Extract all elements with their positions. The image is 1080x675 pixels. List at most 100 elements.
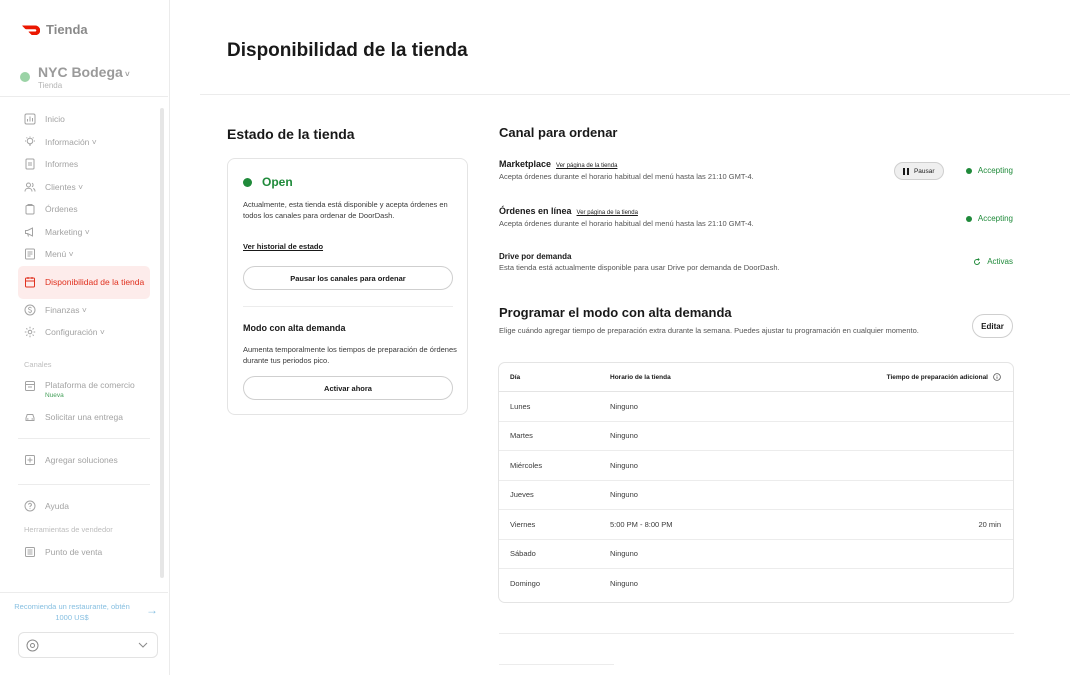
- status-badge: Accepting: [965, 214, 1013, 223]
- activate-now-button[interactable]: Activar ahora: [243, 376, 453, 400]
- cell-hours: 5:00 PM - 8:00 PM: [610, 519, 673, 529]
- edit-schedule-button[interactable]: Editar: [972, 314, 1013, 338]
- channel-description: Acepta órdenes durante el horario habitu…: [499, 219, 754, 228]
- gear-icon: [24, 327, 36, 338]
- sidebar-item-configuracion[interactable]: Configuración ˅: [18, 321, 150, 344]
- view-store-page-link[interactable]: Ver página de la tienda: [577, 210, 638, 216]
- pause-channels-button[interactable]: Pausar los canales para ordenar: [243, 266, 453, 290]
- channel-name: Órdenes en línea: [499, 206, 572, 216]
- sidebar-item-agregar-soluciones[interactable]: Agregar soluciones: [18, 449, 150, 472]
- sidebar-item-label: Configuración ˅: [45, 327, 105, 338]
- table-row: Lunes Ninguno: [499, 392, 1013, 422]
- sidebar-item-ordenes[interactable]: Órdenes: [18, 198, 150, 221]
- sidebar-item-label: Marketing ˅: [45, 226, 90, 237]
- cell-hours: Ninguno: [610, 549, 638, 559]
- doordash-logo-icon: [22, 25, 40, 35]
- sidebar-item-menu[interactable]: Menú ˅: [18, 243, 150, 266]
- sidebar-item-marketing[interactable]: Marketing ˅: [18, 221, 150, 244]
- sidebar-item-plataforma[interactable]: Plataforma de comercio Nueva: [18, 376, 150, 406]
- report-icon: [25, 158, 35, 170]
- sidebar-item-solicitar-entrega[interactable]: Solicitar una entrega: [18, 406, 150, 429]
- sidebar-item-clientes[interactable]: Clientes ˅: [18, 176, 150, 199]
- sidebar-scrollbar[interactable]: [160, 108, 164, 578]
- page-title: Disponibilidad de la tienda: [227, 40, 468, 61]
- sidebar-item-label: Solicitar una entrega: [45, 411, 123, 422]
- status-badge: Activas: [973, 257, 1013, 266]
- sidebar-item-informacion[interactable]: Información ˅: [18, 131, 150, 154]
- cell-hours: Ninguno: [610, 460, 638, 470]
- schedule-description: Elige cuándo agregar tiempo de preparaci…: [499, 326, 919, 335]
- help-icon: [24, 500, 36, 512]
- new-badge: Nueva: [45, 391, 64, 399]
- pos-terminal-icon: [25, 547, 35, 558]
- app-root: Tienda NYC Bodega ˅ Tienda Inicio Inform…: [0, 0, 1080, 675]
- tools-section-label: Herramientas de vendedor: [24, 525, 113, 534]
- sidebar-item-label: Ayuda: [45, 500, 69, 511]
- table-row: Miércoles Ninguno: [499, 451, 1013, 481]
- sidebar-item-inicio[interactable]: Inicio: [18, 108, 150, 131]
- megaphone-icon: [25, 226, 33, 237]
- sidebar-item-finanzas[interactable]: Finanzas ˅: [18, 299, 150, 322]
- table-row: Viernes 5:00 PM - 8:00 PM 20 min: [499, 510, 1013, 540]
- cell-day: Jueves: [510, 490, 534, 500]
- sidebar-item-informes[interactable]: Informes: [18, 153, 150, 176]
- sidebar-item-label: Órdenes: [45, 204, 78, 215]
- user-circle-icon: [26, 639, 39, 652]
- sidebar-item-disponibilidad[interactable]: Disponibilidad de la tienda: [18, 265, 150, 299]
- column-header-extra: Tiempo de preparación adicional: [887, 373, 1001, 381]
- status-label: Activas: [987, 257, 1013, 266]
- chevron-down-icon: [138, 642, 148, 648]
- sidebar-item-label: Inicio: [45, 114, 65, 125]
- sidebar-item-label: Menú ˅: [45, 249, 74, 260]
- channel-online-title: Órdenes en línea Ver página de la tienda: [499, 206, 1019, 216]
- pause-marketplace-button[interactable]: Pausar: [894, 162, 944, 180]
- refresh-icon: [974, 257, 981, 265]
- store-status-card: Open Actualmente, esta tienda está dispo…: [227, 158, 468, 415]
- divider: [499, 633, 1014, 634]
- sidebar-item-label: Información ˅: [45, 136, 97, 147]
- cell-hours: Ninguno: [610, 431, 638, 441]
- sidebar-item-ayuda[interactable]: Ayuda: [18, 495, 150, 518]
- channel-drive-title: Drive por demanda: [499, 252, 572, 261]
- store-status-description: Actualmente, esta tienda está disponible…: [243, 200, 448, 220]
- pause-label: Pausar: [913, 167, 935, 175]
- status-dot: [965, 167, 972, 174]
- cell-hours: Ninguno: [610, 579, 638, 589]
- channel-drive: Drive por demanda Esta tienda está actua…: [499, 252, 1019, 272]
- status-history-link[interactable]: Ver historial de estado: [243, 242, 323, 251]
- table-row: Jueves Ninguno: [499, 481, 1013, 510]
- sidebar-item-label: Informes: [45, 159, 79, 170]
- busy-mode-description: Aumenta temporalmente los tiempos de pre…: [243, 345, 457, 365]
- column-header-day: Día: [510, 373, 521, 381]
- store-status-title: Estado de la tienda: [227, 126, 355, 142]
- view-store-page-link[interactable]: Ver página de la tienda: [556, 163, 617, 169]
- store-selector[interactable]: NYC Bodega ˅ Tienda: [20, 64, 130, 90]
- store-front-icon: [25, 380, 35, 391]
- calendar-icon: [25, 277, 35, 288]
- sidebar-item-label: Plataforma de comercio Nueva: [45, 379, 135, 399]
- schedule-title: Programar el modo con alta demanda: [499, 305, 732, 320]
- divider: [18, 438, 150, 439]
- chevron-down-icon: ˅: [122, 70, 130, 79]
- status-badge: Accepting: [965, 166, 1013, 175]
- status-label: Accepting: [977, 166, 1013, 175]
- account-menu[interactable]: [18, 632, 158, 658]
- column-header-hours: Horario de la tienda: [610, 373, 671, 381]
- pause-icon: [903, 167, 909, 175]
- sidebar: Tienda NYC Bodega ˅ Tienda Inicio Inform…: [0, 0, 170, 675]
- cell-day: Lunes: [510, 401, 531, 411]
- referral-promo[interactable]: Recomienda un restaurante, obtén 1000 US…: [0, 592, 168, 628]
- users-icon: [24, 182, 36, 192]
- menu-book-icon: [25, 248, 35, 260]
- brand[interactable]: Tienda: [22, 22, 88, 37]
- cell-day: Martes: [510, 431, 533, 441]
- column-header-extra-label: Tiempo de preparación adicional: [886, 373, 988, 381]
- store-status-dot: [20, 72, 30, 82]
- info-icon[interactable]: [993, 373, 1001, 381]
- open-status-label: Open: [262, 175, 293, 189]
- referral-promo-text: Recomienda un restaurante, obtén 1000 US…: [14, 602, 130, 622]
- sidebar-item-punto-de-venta[interactable]: Punto de venta: [18, 541, 150, 564]
- channels-title: Canal para ordenar: [499, 125, 618, 140]
- channel-description: Esta tienda está actualmente disponible …: [499, 263, 780, 272]
- arrow-right-icon: →: [146, 603, 158, 617]
